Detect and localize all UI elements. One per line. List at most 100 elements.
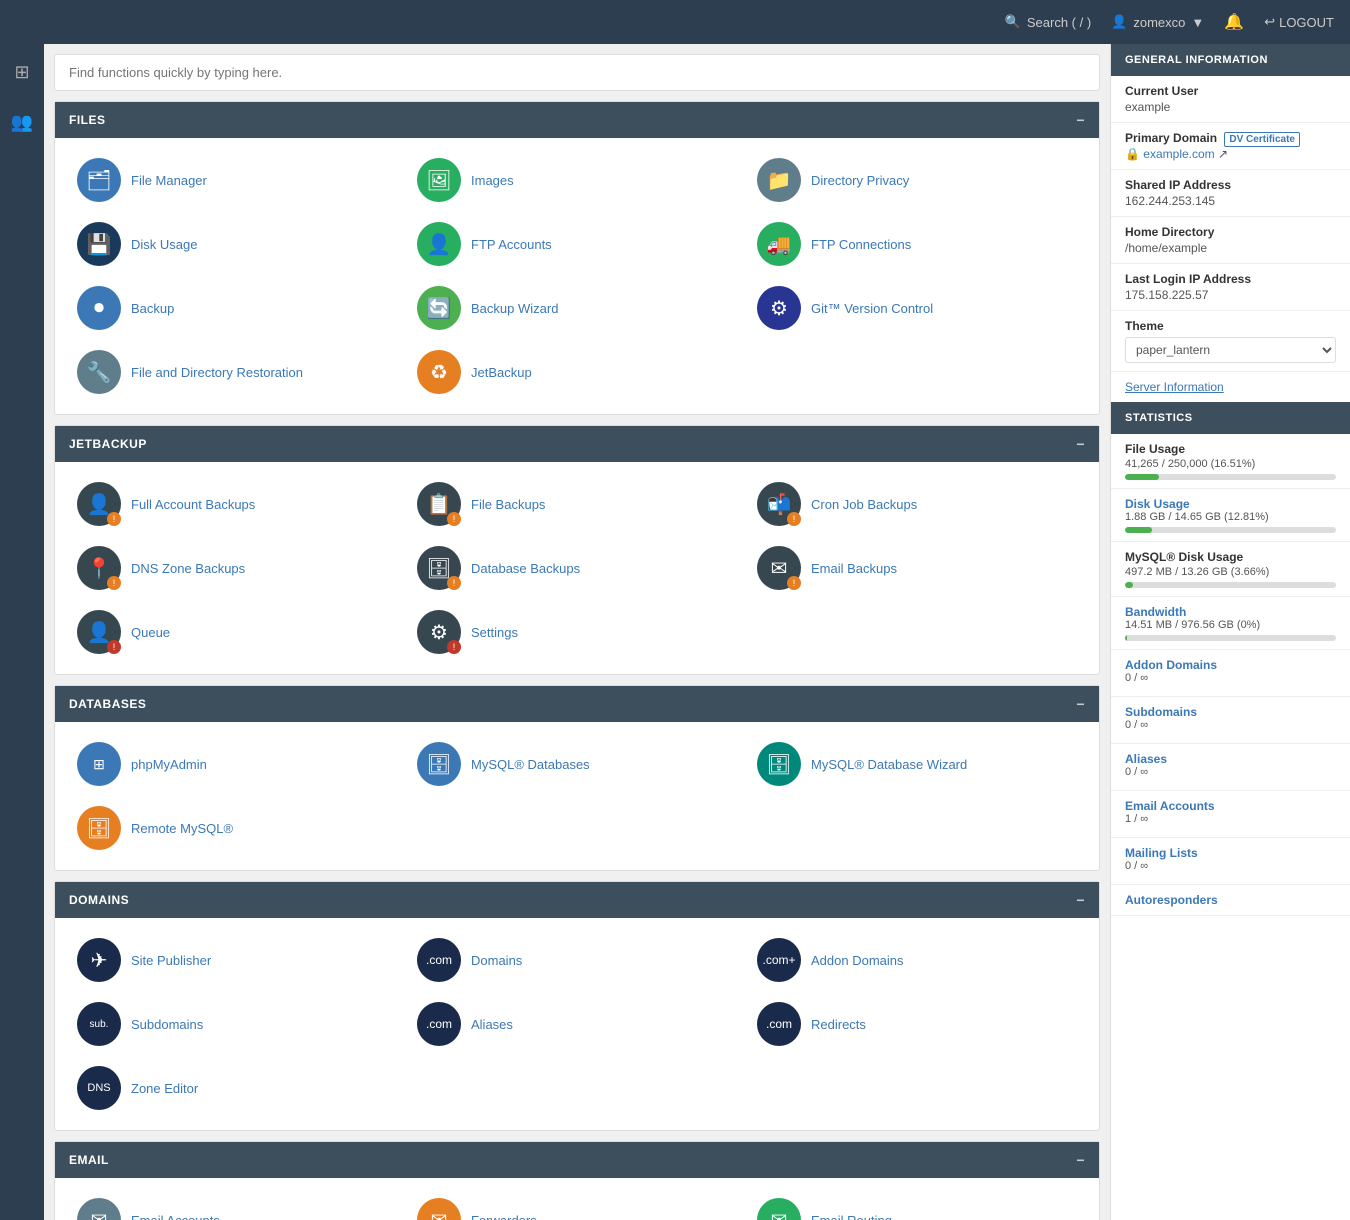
cron-job-backups-label: Cron Job Backups (811, 497, 917, 512)
aliases-stat-value: 0 / ∞ (1125, 766, 1336, 778)
mysql-progress-fill (1125, 582, 1133, 588)
collapse-files-icon[interactable]: − (1076, 112, 1085, 128)
subdomains-stat-link[interactable]: Subdomains (1125, 705, 1336, 719)
item-addon-domains[interactable]: .com+ Addon Domains (749, 932, 1085, 988)
dropdown-arrow-icon: ▼ (1191, 15, 1204, 30)
user-info[interactable]: 👤 zomexco ▼ (1111, 14, 1204, 30)
aliases-stat-link[interactable]: Aliases (1125, 752, 1336, 766)
addon-domains-stat-value: 0 / ∞ (1125, 672, 1336, 684)
item-disk-usage[interactable]: 💾 Disk Usage (69, 216, 405, 272)
item-backup[interactable]: ⏺ Backup (69, 280, 405, 336)
item-redirects[interactable]: .com Redirects (749, 996, 1085, 1052)
settings-icon-wrapper: ⚙ ! (417, 610, 461, 654)
domain-link[interactable]: example.com (1143, 147, 1214, 161)
sidebar-users-button[interactable]: 👥 (4, 104, 40, 140)
file-manager-label: File Manager (131, 173, 207, 188)
search-box[interactable]: 🔍 Search ( / ) (1005, 14, 1091, 30)
email-accounts-stat-link[interactable]: Email Accounts (1125, 799, 1336, 813)
current-user-value: example (1125, 100, 1336, 114)
item-file-manager[interactable]: 🗂 File Manager (69, 152, 405, 208)
mailing-lists-stat-link[interactable]: Mailing Lists (1125, 846, 1336, 860)
disk-usage-link[interactable]: Disk Usage (1125, 497, 1336, 511)
item-mysql-databases[interactable]: 🗄 MySQL® Databases (409, 736, 745, 792)
item-zone-editor[interactable]: DNS Zone Editor (69, 1060, 405, 1116)
file-restoration-icon: 🔧 (77, 350, 121, 394)
email-backups-label: Email Backups (811, 561, 897, 576)
section-jetbackup-body: 👤 ! Full Account Backups 📋 ! File Backup… (55, 462, 1099, 674)
item-directory-privacy[interactable]: 📁 Directory Privacy (749, 152, 1085, 208)
collapse-domains-icon[interactable]: − (1076, 892, 1085, 908)
section-jetbackup-title: JETBACKUP (69, 437, 147, 451)
item-forwarders[interactable]: ✉ Forwarders (409, 1192, 745, 1220)
domains-label: Domains (471, 953, 522, 968)
item-email-backups[interactable]: ✉ ! Email Backups (749, 540, 1085, 596)
item-settings[interactable]: ⚙ ! Settings (409, 604, 745, 660)
item-phpmyadmin[interactable]: ⊞ phpMyAdmin (69, 736, 405, 792)
queue-icon-wrapper: 👤 ! (77, 610, 121, 654)
collapse-email-icon[interactable]: − (1076, 1152, 1085, 1168)
disk-usage-value: 1.88 GB / 14.65 GB (12.81%) (1125, 511, 1336, 523)
item-file-directory-restoration[interactable]: 🔧 File and Directory Restoration (69, 344, 405, 400)
item-file-backups[interactable]: 📋 ! File Backups (409, 476, 745, 532)
aliases-stat[interactable]: Aliases 0 / ∞ (1111, 744, 1350, 791)
backup-wizard-icon: 🔄 (417, 286, 461, 330)
item-dns-zone-backups[interactable]: 📍 ! DNS Zone Backups (69, 540, 405, 596)
logout-button[interactable]: ↩ LOGOUT (1264, 14, 1334, 30)
item-domains[interactable]: .com Domains (409, 932, 745, 988)
collapse-jetbackup-icon[interactable]: − (1076, 436, 1085, 452)
bandwidth-progress-bg (1125, 635, 1336, 641)
item-remote-mysql[interactable]: 🗄 Remote MySQL® (69, 800, 405, 856)
mailing-lists-stat[interactable]: Mailing Lists 0 / ∞ (1111, 838, 1350, 885)
item-ftp-accounts[interactable]: 👤 FTP Accounts (409, 216, 745, 272)
shared-ip-label: Shared IP Address (1125, 178, 1336, 192)
file-usage-progress-bg (1125, 474, 1336, 480)
email-routing-icon: ✉ (757, 1198, 801, 1220)
addon-domains-stat-link[interactable]: Addon Domains (1125, 658, 1336, 672)
item-site-publisher[interactable]: ✈ Site Publisher (69, 932, 405, 988)
external-link-icon: ↗ (1218, 147, 1228, 161)
server-info-link[interactable]: Server Information (1111, 372, 1350, 402)
sidebar-grid-button[interactable]: ⊞ (4, 54, 40, 90)
main-content: FILES − 🗂 File Manager 🖼 Images 📁 Direct… (44, 44, 1110, 1220)
ftp-accounts-icon: 👤 (417, 222, 461, 266)
theme-select[interactable]: paper_lantern (1125, 337, 1336, 363)
item-database-backups[interactable]: 🗄 ! Database Backups (409, 540, 745, 596)
bandwidth-stat[interactable]: Bandwidth 14.51 MB / 976.56 GB (0%) (1111, 597, 1350, 650)
item-jetbackup[interactable]: ♻ JetBackup (409, 344, 745, 400)
item-queue[interactable]: 👤 ! Queue (69, 604, 405, 660)
item-backup-wizard[interactable]: 🔄 Backup Wizard (409, 280, 745, 336)
item-full-account-backups[interactable]: 👤 ! Full Account Backups (69, 476, 405, 532)
function-search-input[interactable] (54, 54, 1100, 91)
bandwidth-link[interactable]: Bandwidth (1125, 605, 1336, 619)
forwarders-icon: ✉ (417, 1198, 461, 1220)
disk-usage-label: Disk Usage (131, 237, 197, 252)
backup-icon: ⏺ (77, 286, 121, 330)
settings-badge: ! (447, 640, 461, 654)
item-mysql-database-wizard[interactable]: 🗄 MySQL® Database Wizard (749, 736, 1085, 792)
item-subdomains[interactable]: sub. Subdomains (69, 996, 405, 1052)
item-email-accounts[interactable]: ✉ Email Accounts (69, 1192, 405, 1220)
item-ftp-connections[interactable]: 🚚 FTP Connections (749, 216, 1085, 272)
section-jetbackup: JETBACKUP − 👤 ! Full Account Backups 📋 ! (54, 425, 1100, 675)
autoresponders-stat-link[interactable]: Autoresponders (1125, 893, 1336, 907)
subdomains-stat[interactable]: Subdomains 0 / ∞ (1111, 697, 1350, 744)
addon-domains-stat[interactable]: Addon Domains 0 / ∞ (1111, 650, 1350, 697)
file-usage-label: File Usage (1125, 442, 1336, 456)
item-git-version-control[interactable]: ⚙ Git™ Version Control (749, 280, 1085, 336)
search-icon: 🔍 (1005, 14, 1021, 30)
file-backups-icon-wrapper: 📋 ! (417, 482, 461, 526)
site-publisher-icon: ✈ (77, 938, 121, 982)
item-cron-job-backups[interactable]: 📬 ! Cron Job Backups (749, 476, 1085, 532)
collapse-databases-icon[interactable]: − (1076, 696, 1085, 712)
addon-domains-icon: .com+ (757, 938, 801, 982)
autoresponders-stat[interactable]: Autoresponders (1111, 885, 1350, 916)
email-accounts-stat[interactable]: Email Accounts 1 / ∞ (1111, 791, 1350, 838)
disk-usage-progress-bg (1125, 527, 1336, 533)
item-email-routing[interactable]: ✉ Email Routing (749, 1192, 1085, 1220)
right-sidebar: GENERAL INFORMATION Current User example… (1110, 44, 1350, 1220)
item-aliases[interactable]: .com Aliases (409, 996, 745, 1052)
dns-zone-backups-label: DNS Zone Backups (131, 561, 245, 576)
item-images[interactable]: 🖼 Images (409, 152, 745, 208)
disk-usage-stat[interactable]: Disk Usage 1.88 GB / 14.65 GB (12.81%) (1111, 489, 1350, 542)
bell-icon[interactable]: 🔔 (1224, 12, 1244, 32)
